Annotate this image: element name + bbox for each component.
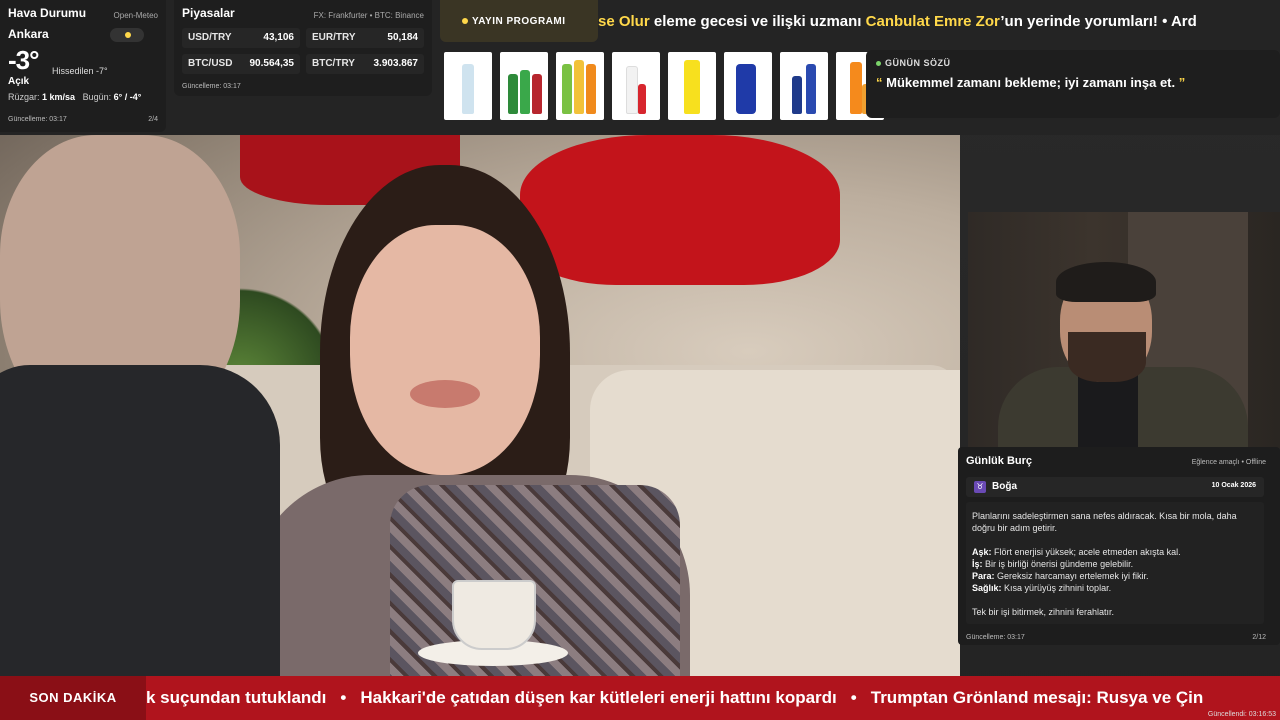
status-dot-icon [876, 61, 881, 67]
program-label: YAYIN PROGRAMI [472, 15, 566, 27]
weather-condition: Açık [8, 76, 30, 87]
tea-cup-image [452, 580, 536, 650]
news-item: Hakkari'de çatıdan düşen kar kütleleri e… [360, 688, 837, 707]
markets-widget: Piyasalar FX: Frankfurter • BTC: Binance… [174, 0, 432, 96]
market-item: BTC/TRY 3.903.867 [306, 54, 424, 74]
horoscope-intro: Planlarını sadeleştirmen sana nefes aldı… [972, 511, 1237, 533]
horoscope-work: İş: Bir iş birliği önerisi gündeme geleb… [972, 559, 1134, 569]
live-dot-icon [462, 18, 468, 24]
sponsor-products [444, 52, 884, 120]
horoscope-widget: Günlük Burç Eğlence amaçlı • Offline ♉ B… [958, 447, 1280, 645]
product-image [612, 52, 660, 120]
stream-overlay: Hava Durumu Open-Meteo Ankara -3° Hissed… [0, 0, 1280, 720]
main-video-feed [0, 135, 960, 676]
horoscope-source: Eğlence amaçlı • Offline [1191, 459, 1266, 466]
today-label: Bugün: [82, 92, 112, 102]
horoscope-health: Sağlık: Kısa yürüyüş zihnini toplar. [972, 583, 1112, 593]
breaking-label: SON DAKİKA [0, 676, 146, 720]
ticker-text: ’un yerinde yorumları! [1000, 13, 1158, 30]
breaking-news-bar: SON DAKİKA k suçundan tutuklandı • Hakkari… [0, 676, 1280, 720]
ticker-highlight: se Olur [598, 13, 650, 30]
quote-tag: GÜNÜN SÖZÜ [876, 58, 1270, 68]
weather-details: Rüzgar: 1 km/sa Bugün: 6° / -4° [8, 92, 158, 102]
news-item: Trumptan Grönland mesajı: Rusya ve Çin [870, 688, 1204, 707]
webcam-feed [968, 212, 1280, 448]
market-item: USD/TRY 43,106 [182, 28, 300, 48]
horoscope-page: 2/12 [1252, 634, 1266, 641]
market-item: BTC/USD 90.564,35 [182, 54, 300, 74]
product-image [556, 52, 604, 120]
product-image [668, 52, 716, 120]
market-value: 3.903.867 [373, 58, 419, 69]
horoscope-body: Planlarını sadeleştirmen sana nefes aldı… [966, 502, 1264, 624]
market-value: 90.564,35 [249, 58, 295, 69]
news-item: k suçundan tutuklandı [146, 688, 327, 707]
horoscope-closing: Tek bir işi bitirmek, zihnini ferahlatır… [972, 607, 1115, 617]
markets-source: FX: Frankfurter • BTC: Binance [313, 11, 424, 20]
horoscope-updated: Güncelleme: 03:17 [966, 634, 1025, 641]
weather-updated: Güncelleme: 03:17 [8, 116, 67, 123]
top-ticker: se Olur eleme gecesi ve ilişki uzmanı Ca… [598, 0, 1280, 44]
market-item: EUR/TRY 50,184 [306, 28, 424, 48]
horoscope-money: Para: Gereksiz harcamayı ertelemek iyi f… [972, 571, 1149, 581]
ticker-text: • Ard [1157, 13, 1197, 30]
horoscope-love: Aşk: Flört enerjisi yüksek; acele etmede… [972, 547, 1181, 557]
ticker-highlight: Canbulat Emre Zor [865, 13, 1001, 30]
market-label: BTC/USD [188, 58, 233, 69]
weather-feels-like: Hissedilen -7° [52, 66, 108, 76]
weather-source: Open-Meteo [113, 11, 158, 20]
sign-name: Boğa [992, 481, 1017, 492]
sun-icon [110, 28, 144, 42]
weather-page: 2/4 [148, 116, 158, 123]
breaking-ticker: k suçundan tutuklandı • Hakkari'de çatıdan… [146, 676, 1280, 720]
horoscope-sign: ♉ Boğa 10 Ocak 2026 [966, 477, 1264, 497]
market-label: EUR/TRY [312, 32, 356, 43]
quote-text: “ Mükemmel zamanı bekleme; iyi zamanı in… [876, 75, 1186, 90]
product-image [444, 52, 492, 120]
market-value: 43,106 [263, 32, 294, 43]
breaking-updated: Güncellendi: 03:16:53 [1207, 711, 1276, 718]
program-button[interactable]: YAYIN PROGRAMI [440, 0, 598, 42]
market-value: 50,184 [387, 32, 418, 43]
market-label: USD/TRY [188, 32, 232, 43]
separator: • [340, 688, 347, 707]
weather-widget: Hava Durumu Open-Meteo Ankara -3° Hissed… [0, 0, 166, 132]
product-image [780, 52, 828, 120]
wind-label: Rüzgar: [8, 92, 40, 102]
product-image [724, 52, 772, 120]
separator: • [850, 688, 857, 707]
quote-of-day: GÜNÜN SÖZÜ “ Mükemmel zamanı bekleme; iy… [866, 50, 1280, 118]
horoscope-date: 10 Ocak 2026 [1211, 482, 1256, 489]
product-image [500, 52, 548, 120]
market-label: BTC/TRY [312, 58, 355, 69]
wind-value: 1 km/sa [42, 92, 76, 102]
taurus-icon: ♉ [974, 481, 986, 493]
ticker-text: eleme gecesi ve ilişki uzmanı [649, 13, 866, 30]
today-value: 6° / -4° [113, 92, 142, 102]
markets-updated: Güncelleme: 03:17 [182, 83, 241, 90]
